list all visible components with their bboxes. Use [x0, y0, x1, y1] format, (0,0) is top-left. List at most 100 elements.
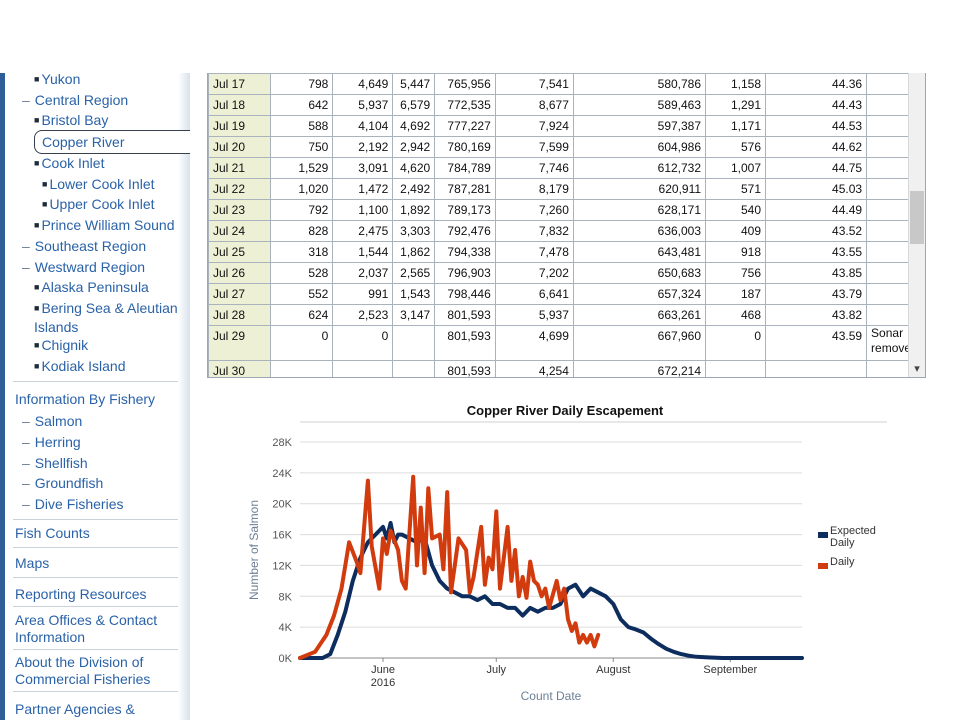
- vertical-scrollbar[interactable]: ▾: [908, 73, 925, 377]
- table-cell: 612,732: [572, 157, 707, 179]
- legend-label: Expected Daily: [830, 525, 876, 549]
- table-cell: 7,478: [494, 241, 574, 263]
- fishery-item-herring[interactable]: – Herring: [22, 434, 81, 451]
- sidebar-item-chignik[interactable]: ■ Chignik: [34, 337, 88, 356]
- table-cell: 318: [270, 241, 334, 263]
- table-row: Jul 20 750 2,192 2,942 780,169 7,599 604,986 57…: [208, 136, 925, 158]
- dash-icon: –: [22, 434, 30, 450]
- table-cell: 44.49: [765, 199, 868, 221]
- table-cell: 7,541: [494, 73, 574, 95]
- sidebar-item-yukon[interactable]: ■ Yukon: [34, 73, 80, 90]
- sidebar-item-prince-william-sound[interactable]: ■ Prince William Sound: [34, 217, 175, 236]
- link-maps[interactable]: Maps: [15, 555, 49, 572]
- sidebar-item-kodiak-island[interactable]: ■ Kodiak Island: [34, 358, 126, 377]
- table-cell: 750: [270, 136, 334, 158]
- table-cell: 643,481: [572, 241, 707, 263]
- fishery-item-groundfish[interactable]: – Groundfish: [22, 475, 103, 492]
- table-cell: 45.03: [765, 178, 868, 200]
- fishery-item-shellfish[interactable]: – Shellfish: [22, 455, 88, 472]
- table-cell: 552: [270, 283, 334, 305]
- table-cell-date: Jul 25: [208, 241, 272, 263]
- link-area-offices[interactable]: Area Offices & Contact Information: [15, 612, 175, 646]
- table-cell: [332, 360, 394, 377]
- sidebar-item-bering-sea[interactable]: ■ Bering Sea & Aleutian Islands: [34, 300, 184, 336]
- y-axis-title: Number of Salmon: [247, 500, 261, 600]
- sidebar-rail: [0, 73, 5, 720]
- sidebar-item-bristol-bay[interactable]: ■ Bristol Bay: [34, 112, 108, 131]
- sidebar-item-label: Herring: [34, 434, 81, 450]
- table-cell: 792: [270, 199, 334, 221]
- table-cell: 7,599: [494, 136, 574, 158]
- link-fish-counts[interactable]: Fish Counts: [15, 525, 90, 542]
- table-cell: 2,492: [392, 178, 436, 200]
- sidebar-item-label: Kodiak Island: [41, 358, 126, 374]
- sidebar-item-label: Lower Cook Inlet: [49, 176, 155, 192]
- table-cell: 6,579: [392, 94, 436, 116]
- table-row: Jul 28 624 2,523 3,147 801,593 5,937 663,261 46…: [208, 304, 925, 326]
- table-cell: [392, 325, 436, 361]
- table-cell: 4,692: [392, 115, 436, 137]
- table-cell: 780,169: [434, 136, 496, 158]
- sidebar-shade: [178, 73, 190, 720]
- dash-icon: –: [22, 496, 30, 512]
- table-cell: 787,281: [434, 178, 496, 200]
- table-cell: 44.36: [765, 73, 868, 95]
- bullet-icon: ■: [34, 220, 40, 230]
- sidebar-link-label: Reporting Resources: [15, 586, 147, 602]
- table-cell: 7,832: [494, 220, 574, 242]
- bullet-icon: ■: [34, 340, 40, 350]
- table-cell: 0: [705, 325, 767, 361]
- sidebar-item-upper-cook-inlet[interactable]: ■ Upper Cook Inlet: [42, 196, 155, 215]
- sidebar-item-alaska-peninsula[interactable]: ■ Alaska Peninsula: [34, 279, 149, 298]
- table-cell: 801,593: [434, 304, 496, 326]
- fishery-item-salmon[interactable]: – Salmon: [22, 413, 82, 430]
- sidebar-divider: [13, 381, 178, 382]
- link-reporting-resources[interactable]: Reporting Resources: [15, 586, 147, 603]
- table-row: Jul 19 588 4,104 4,692 777,227 7,924 597,387 1,…: [208, 115, 925, 137]
- bullet-icon: ■: [42, 199, 48, 209]
- table-cell: 7,260: [494, 199, 574, 221]
- table-cell: 2,565: [392, 262, 436, 284]
- sidebar-divider: [13, 519, 178, 520]
- table-cell-date: Jul 18: [208, 94, 272, 116]
- table-cell: 792,476: [434, 220, 496, 242]
- sidebar-item-copper-river[interactable]: Copper River: [42, 134, 124, 151]
- table-row: Jul 26 528 2,037 2,565 796,903 7,202 650,683 75…: [208, 262, 925, 284]
- table-cell: 528: [270, 262, 334, 284]
- table-cell-date: Jul 24: [208, 220, 272, 242]
- escapement-table-panel[interactable]: Jul 17 798 4,649 5,447 765,956 7,541 580,786 1,…: [207, 73, 926, 378]
- link-about-division[interactable]: About the Division of Commercial Fisheri…: [15, 654, 175, 688]
- table-cell: 801,593: [434, 325, 496, 361]
- table-cell: 44.43: [765, 94, 868, 116]
- table-row: Jul 17 798 4,649 5,447 765,956 7,541 580,786 1,…: [208, 73, 925, 95]
- table-cell: 187: [705, 283, 767, 305]
- sidebar-item-lower-cook-inlet[interactable]: ■ Lower Cook Inlet: [42, 176, 155, 195]
- table-cell: 620,911: [572, 178, 707, 200]
- sidebar-item-cook-inlet[interactable]: ■ Cook Inlet: [34, 155, 104, 174]
- x-tick-label: September: [703, 664, 757, 676]
- fishery-item-dive-fisheries[interactable]: – Dive Fisheries: [22, 496, 124, 513]
- table-cell: 772,535: [434, 94, 496, 116]
- table-cell: 672,214: [572, 360, 707, 377]
- fishery-heading-link[interactable]: Information By Fishery: [15, 391, 155, 408]
- sidebar-link-label: Maps: [15, 555, 50, 571]
- table-cell-date: Jul 17: [208, 73, 272, 95]
- table-cell: 1,529: [270, 157, 334, 179]
- expected-daily-series-line: [298, 521, 804, 660]
- sidebar-item-label: Westward Region: [34, 259, 146, 275]
- table-cell: 468: [705, 304, 767, 326]
- sidebar-item-westward-region[interactable]: – Westward Region: [22, 259, 145, 276]
- scrollbar-thumb[interactable]: [910, 191, 924, 244]
- table-cell-date: Jul 30: [208, 360, 272, 377]
- table-row: Jul 30 801,593 4,254 672,214: [208, 360, 925, 377]
- table-row: Jul 24 828 2,475 3,303 792,476 7,832 636,003 40…: [208, 220, 925, 242]
- sidebar-item-southeast-region[interactable]: – Southeast Region: [22, 238, 146, 255]
- legend-label: Daily: [830, 556, 855, 568]
- sidebar-link-label: Partner Agencies &: [15, 701, 135, 717]
- y-tick-label: 12K: [272, 560, 292, 572]
- scroll-down-arrow-icon[interactable]: ▾: [911, 363, 923, 375]
- link-partner-agencies[interactable]: Partner Agencies &: [15, 701, 135, 718]
- table-cell: 44.75: [765, 157, 868, 179]
- table-cell: 604,986: [572, 136, 707, 158]
- sidebar-item-central-region[interactable]: – Central Region: [22, 92, 128, 109]
